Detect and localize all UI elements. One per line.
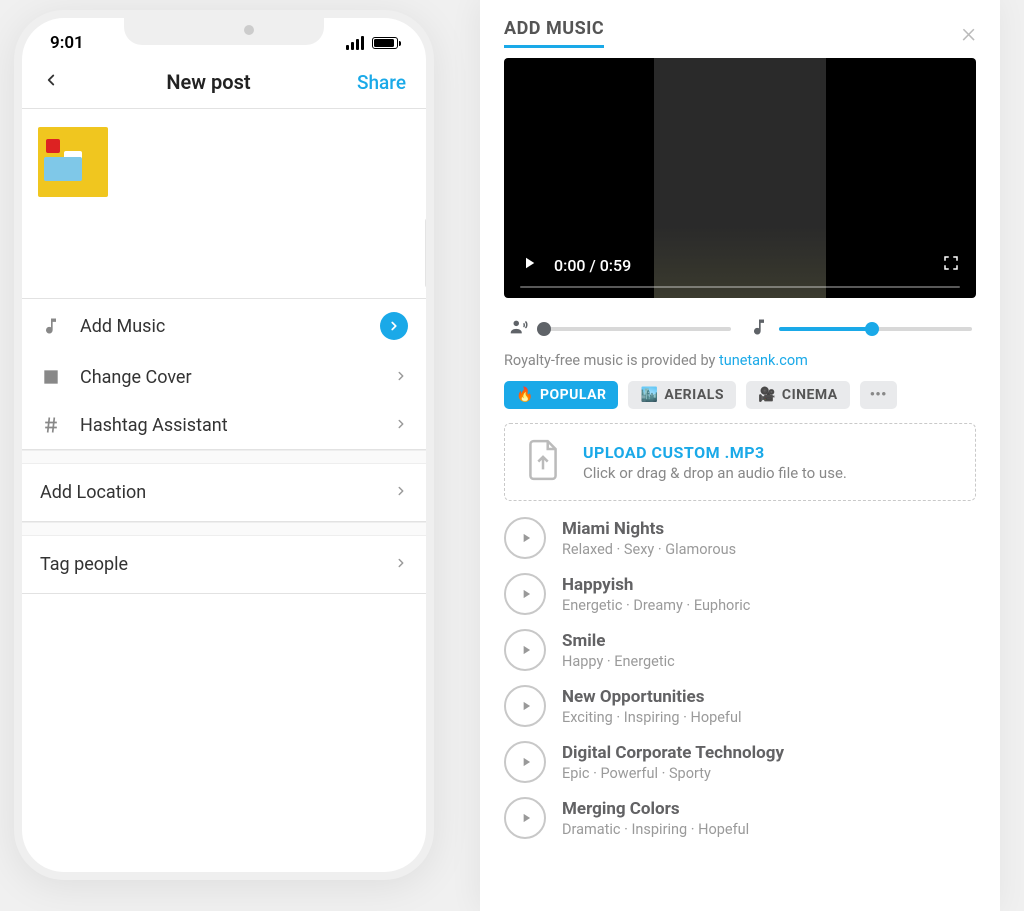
play-icon[interactable]	[504, 629, 546, 671]
tab-more[interactable]: •••	[860, 381, 897, 409]
credit-link[interactable]: tunetank.com	[719, 352, 808, 369]
upload-title: UPLOAD CUSTOM .MP3	[583, 443, 847, 462]
panel-title: ADD MUSIC	[504, 18, 604, 48]
chevron-right-icon	[394, 367, 408, 388]
music-volume-slider[interactable]	[749, 317, 972, 341]
track-tags: Relaxed · Sexy · Glamorous	[562, 541, 736, 558]
image-icon	[40, 366, 62, 388]
credit-text: Royalty-free music is provided by	[504, 352, 719, 369]
phone-notch	[124, 15, 324, 45]
media-preview-area	[22, 109, 426, 299]
track-name: Smile	[562, 631, 675, 651]
video-preview[interactable]: 0:00 / 0:59	[504, 58, 976, 298]
track-item[interactable]: Happyish Energetic · Dreamy · Euphoric	[504, 573, 976, 615]
track-name: Happyish	[562, 575, 750, 595]
menu-add-location[interactable]: Add Location	[22, 464, 426, 522]
signal-icon	[346, 36, 364, 50]
tab-aerials[interactable]: 🏙️ AERIALS	[628, 381, 736, 409]
menu-label: Hashtag Assistant	[80, 415, 376, 436]
track-item[interactable]: New Opportunities Exciting · Inspiring ·…	[504, 685, 976, 727]
track-tags: Epic · Powerful · Sporty	[562, 765, 784, 782]
menu-change-cover[interactable]: Change Cover	[22, 353, 426, 401]
share-button[interactable]: Share	[357, 71, 406, 94]
add-music-panel: ADD MUSIC × 0:00 / 0:59	[480, 0, 1000, 911]
track-item[interactable]: Miami Nights Relaxed · Sexy · Glamorous	[504, 517, 976, 559]
track-item[interactable]: Merging Colors Dramatic · Inspiring · Ho…	[504, 797, 976, 839]
panel-header: ADD MUSIC ×	[504, 18, 976, 48]
play-icon[interactable]	[504, 797, 546, 839]
voice-volume-slider[interactable]	[508, 316, 731, 342]
track-item[interactable]: Digital Corporate Technology Epic · Powe…	[504, 741, 976, 783]
chevron-right-icon	[394, 415, 408, 436]
track-tags: Energetic · Dreamy · Euphoric	[562, 597, 750, 614]
aerials-icon: 🏙️	[640, 387, 658, 403]
slider-track[interactable]	[540, 327, 731, 331]
post-header: New post Share	[22, 60, 426, 109]
fullscreen-button[interactable]	[942, 254, 960, 276]
post-options-list: Add Music Change Cover Hashtag Assistant	[22, 299, 426, 450]
chevron-right-icon	[380, 312, 408, 340]
battery-icon	[372, 37, 398, 49]
video-timecode: 0:00 / 0:59	[554, 256, 926, 275]
menu-hashtag-assistant[interactable]: Hashtag Assistant	[22, 401, 426, 449]
music-note-icon	[40, 315, 62, 337]
track-tags: Exciting · Inspiring · Hopeful	[562, 709, 742, 726]
section-gap	[22, 450, 426, 464]
tab-popular[interactable]: 🔥 POPULAR	[504, 381, 618, 409]
post-thumbnail[interactable]	[38, 127, 108, 197]
close-button[interactable]: ×	[961, 19, 976, 47]
tab-cinema[interactable]: 🎥 CINEMA	[746, 381, 850, 409]
cinema-icon: 🎥	[758, 387, 776, 403]
upload-subtitle: Click or drag & drop an audio file to us…	[583, 464, 847, 482]
fire-icon: 🔥	[516, 387, 534, 403]
upload-icon	[523, 438, 563, 486]
menu-add-music[interactable]: Add Music	[22, 299, 426, 353]
track-tags: Dramatic · Inspiring · Hopeful	[562, 821, 749, 838]
track-name: Merging Colors	[562, 799, 749, 819]
menu-label: Tag people	[40, 554, 128, 575]
tab-label: POPULAR	[540, 387, 607, 403]
phone-side-button	[425, 218, 431, 288]
page-title: New post	[60, 70, 357, 94]
menu-label: Add Music	[80, 316, 362, 337]
upload-dropzone[interactable]: UPLOAD CUSTOM .MP3 Click or drag & drop …	[504, 423, 976, 501]
play-icon[interactable]	[504, 573, 546, 615]
category-tabs: 🔥 POPULAR 🏙️ AERIALS 🎥 CINEMA •••	[504, 381, 976, 409]
play-button[interactable]	[520, 254, 538, 276]
track-name: New Opportunities	[562, 687, 742, 707]
tab-label: AERIALS	[664, 387, 724, 403]
track-tags: Happy · Energetic	[562, 653, 675, 670]
back-button[interactable]	[42, 71, 60, 93]
play-icon[interactable]	[504, 517, 546, 559]
video-seek-track[interactable]	[520, 286, 960, 288]
music-icon	[749, 317, 769, 341]
play-icon[interactable]	[504, 741, 546, 783]
phone-mock: 9:01 New post Share Add Music	[14, 10, 434, 880]
menu-tag-people[interactable]: Tag people	[22, 536, 426, 594]
track-name: Miami Nights	[562, 519, 736, 539]
audio-sliders	[508, 316, 972, 342]
tab-label: CINEMA	[782, 387, 838, 403]
chevron-right-icon	[394, 554, 408, 575]
ellipsis-icon: •••	[870, 387, 887, 403]
section-gap	[22, 522, 426, 536]
chevron-right-icon	[394, 482, 408, 503]
play-icon[interactable]	[504, 685, 546, 727]
menu-label: Change Cover	[80, 367, 376, 388]
music-credit: Royalty-free music is provided by tuneta…	[504, 352, 976, 369]
track-list: Miami Nights Relaxed · Sexy · Glamorous …	[504, 517, 976, 839]
slider-track[interactable]	[779, 327, 972, 331]
track-item[interactable]: Smile Happy · Energetic	[504, 629, 976, 671]
voice-icon	[508, 316, 530, 342]
menu-label: Add Location	[40, 482, 146, 503]
status-icons	[346, 36, 398, 50]
video-controls: 0:00 / 0:59	[504, 246, 976, 298]
track-name: Digital Corporate Technology	[562, 743, 784, 763]
clock-time: 9:01	[50, 33, 84, 53]
hashtag-icon	[40, 414, 62, 436]
